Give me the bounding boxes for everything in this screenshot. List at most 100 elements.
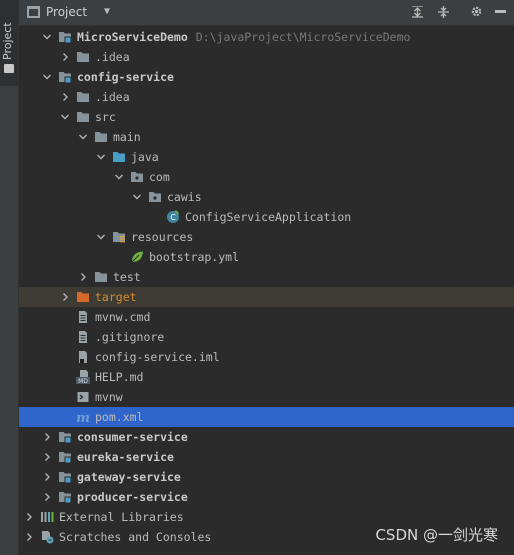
tree-item-test[interactable]: test [19, 267, 514, 287]
chevron-right-icon[interactable] [60, 91, 70, 103]
gear-icon[interactable] [470, 5, 483, 17]
module-folder-icon [58, 470, 72, 484]
project-folder-icon [27, 6, 40, 18]
tree-item-label: cawis [167, 190, 202, 204]
expand-all-icon[interactable] [437, 6, 450, 18]
tree-item-label: gateway-service [77, 470, 181, 484]
tree-item-label: main [113, 130, 141, 144]
tree-item-eureka-service[interactable]: eureka-service [19, 447, 514, 467]
project-panel-header: Project ▼ [19, 0, 514, 26]
tree-item-label: eureka-service [77, 450, 174, 464]
chevron-down-icon[interactable] [96, 151, 106, 163]
tree-item-label: java [131, 150, 159, 164]
folder-icon [4, 64, 14, 73]
project-path: D:\javaProject\MicroServiceDemo [195, 30, 411, 44]
chevron-right-icon[interactable] [42, 451, 52, 463]
tree-item-mvnw-cmd[interactable]: mvnw.cmd [19, 307, 514, 327]
tree-item-consumer-service[interactable]: consumer-service [19, 427, 514, 447]
spring-class-icon: C [166, 210, 180, 224]
folder-icon [94, 270, 108, 284]
chevron-right-icon[interactable] [60, 51, 70, 63]
tree-item-label: External Libraries [59, 510, 184, 524]
chevron-right-icon[interactable] [42, 491, 52, 503]
folder-icon [76, 50, 90, 64]
chevron-right-icon[interactable] [42, 471, 52, 483]
project-view-selector[interactable]: Project [46, 5, 87, 19]
tree-item-label: HELP.md [95, 370, 144, 384]
tree-item-label: config-service.iml [95, 350, 220, 364]
tree-item-cawis[interactable]: cawis [19, 187, 514, 207]
shell-file-icon [76, 390, 90, 404]
project-tool-window-strip: Project [0, 0, 19, 555]
tree-item-idea[interactable]: .idea [19, 87, 514, 107]
module-folder-icon [58, 70, 72, 84]
chevron-right-icon[interactable] [42, 431, 52, 443]
tree-item-resources[interactable]: resources [19, 227, 514, 247]
module-folder-icon [58, 450, 72, 464]
chevron-down-icon[interactable] [60, 111, 70, 123]
tree-item-producer-service[interactable]: producer-service [19, 487, 514, 507]
text-file-icon [76, 330, 90, 344]
svg-text:MD: MD [78, 378, 88, 384]
tree-item-target[interactable]: target [19, 287, 514, 307]
tree-item-help-md[interactable]: MD HELP.md [19, 367, 514, 387]
chevron-down-icon[interactable] [132, 191, 142, 203]
tree-item-label: mvnw.cmd [95, 310, 151, 324]
tree-item-config-service-iml[interactable]: config-service.iml [19, 347, 514, 367]
iml-file-icon [76, 350, 90, 364]
tree-item-main[interactable]: main [19, 127, 514, 147]
minimize-icon[interactable] [495, 10, 506, 13]
tree-item-label: ConfigServiceApplication [185, 210, 352, 224]
package-icon [130, 170, 144, 184]
chevron-down-icon[interactable] [78, 131, 88, 143]
chevron-down-icon[interactable] [114, 171, 124, 183]
project-side-tab[interactable]: Project [0, 0, 18, 86]
module-folder-icon [58, 30, 72, 44]
libraries-icon [40, 510, 54, 524]
chevron-down-icon[interactable] [42, 31, 52, 43]
svg-text:C: C [170, 213, 176, 222]
chevron-down-icon[interactable] [42, 71, 52, 83]
excluded-folder-icon [76, 290, 90, 304]
tree-item-idea[interactable]: .idea [19, 47, 514, 67]
tree-item-pom-xml[interactable]: m pom.xml [19, 407, 514, 427]
tree-item-label: bootstrap.yml [149, 250, 240, 264]
maven-file-icon: m [76, 410, 90, 426]
chevron-right-icon[interactable] [60, 291, 70, 303]
tree-item-src[interactable]: src [19, 107, 514, 127]
source-folder-icon [112, 150, 126, 164]
package-icon [148, 190, 162, 204]
chevron-down-icon[interactable]: ▼ [104, 6, 110, 17]
text-file-icon [76, 310, 90, 324]
chevron-down-icon[interactable] [96, 231, 106, 243]
spring-leaf-icon [130, 250, 144, 264]
tree-item-configserviceapplication[interactable]: C ConfigServiceApplication [19, 207, 514, 227]
tree-item-mvnw[interactable]: mvnw [19, 387, 514, 407]
tree-item-label: test [113, 270, 141, 284]
tree-item-label: consumer-service [77, 430, 188, 444]
tree-item-label: resources [131, 230, 194, 244]
tree-item-bootstrap-yml[interactable]: bootstrap.yml [19, 247, 514, 267]
module-folder-icon [58, 490, 72, 504]
collapse-all-icon[interactable] [411, 5, 424, 18]
tree-item-label: com [149, 170, 170, 184]
tree-item-gateway-service[interactable]: gateway-service [19, 467, 514, 487]
tree-item-gitignore[interactable]: .gitignore [19, 327, 514, 347]
watermark: CSDN @一剑光寒 [375, 526, 498, 544]
tree-item-config-service[interactable]: config-service [19, 67, 514, 87]
folder-icon [94, 130, 108, 144]
chevron-right-icon[interactable] [24, 531, 34, 543]
md-file-icon: MD [76, 370, 90, 385]
chevron-right-icon[interactable] [78, 271, 88, 283]
tree-item-label: .idea [95, 90, 130, 104]
tree-item-java[interactable]: java [19, 147, 514, 167]
svg-text:m: m [76, 411, 90, 424]
project-side-tab-label: Project [1, 22, 14, 60]
scratches-icon [40, 530, 54, 544]
module-folder-icon [58, 430, 72, 444]
chevron-right-icon[interactable] [24, 511, 34, 523]
tree-item-microservicedemo[interactable]: MicroServiceDemo D:\javaProject\MicroServ… [19, 27, 514, 47]
tree-item-com[interactable]: com [19, 167, 514, 187]
tree-item-label: .idea [95, 50, 130, 64]
tree-item-label: pom.xml [95, 410, 144, 424]
